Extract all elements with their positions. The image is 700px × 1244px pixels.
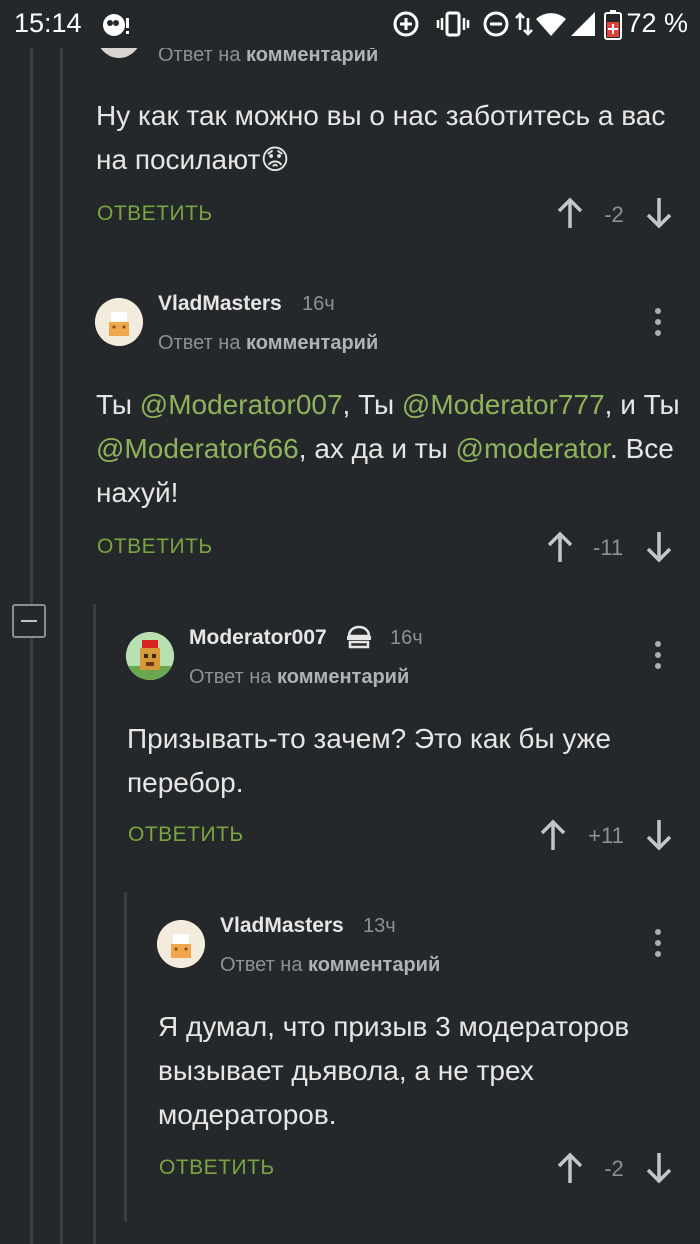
reply-target-link[interactable]: комментарий [246, 332, 378, 354]
reply-button[interactable]: ОТВЕТИТЬ [159, 1156, 275, 1180]
mention-link[interactable]: @moderator [456, 433, 611, 464]
mention-link[interactable]: @Moderator666 [96, 433, 299, 464]
reply-target-link[interactable]: комментарий [277, 666, 409, 688]
battery-icon [604, 10, 622, 45]
status-time: 15:14 [14, 8, 82, 38]
vibrate-icon [436, 10, 470, 43]
comment-time: 16ч [302, 293, 335, 315]
reply-button[interactable]: ОТВЕТИТЬ [97, 535, 213, 559]
comment-time: 13ч [363, 915, 396, 937]
more-options-icon[interactable] [654, 929, 662, 959]
downvote-icon[interactable] [645, 530, 673, 564]
thread-line-1b [30, 638, 33, 1244]
upvote-icon[interactable] [546, 530, 574, 564]
reply-button[interactable]: ОТВЕТИТЬ [97, 202, 213, 226]
reply-meta: Ответ на комментарий [158, 332, 379, 354]
more-options-icon[interactable] [654, 308, 662, 338]
author-name[interactable]: VladMasters [158, 292, 282, 316]
comment-text: Я думал, что призыв 3 модераторов вызыва… [158, 1011, 630, 1130]
comment-text: Призывать-то зачем? Это как бы уже переб… [127, 723, 611, 798]
avatar[interactable] [126, 632, 174, 680]
comment-score: +11 [588, 823, 624, 848]
data-transfer-icon [514, 10, 534, 43]
downvote-icon[interactable] [645, 818, 673, 852]
do-not-disturb-icon [482, 10, 510, 43]
signal-icon [569, 10, 597, 43]
comment-score: -11 [592, 535, 624, 560]
mention-link[interactable]: @Moderator007 [140, 389, 343, 420]
avatar[interactable] [95, 298, 143, 346]
worried-face-emoji: 😟 [260, 144, 290, 175]
comment-text: Ты @Moderator007, Ты @Moderator777, и Ты… [96, 389, 680, 508]
avatar[interactable] [157, 920, 205, 968]
comment-score: -2 [604, 202, 624, 227]
upvote-icon[interactable] [539, 818, 567, 852]
author-name[interactable]: Moderator007 [189, 626, 327, 650]
moderator-hat-icon [347, 625, 371, 649]
mention-link[interactable]: @Moderator777 [402, 389, 605, 420]
status-bar: 15:14 72 % [0, 0, 700, 48]
collapse-thread-button[interactable] [12, 604, 46, 638]
upvote-icon[interactable] [556, 1151, 584, 1185]
reply-target-link[interactable]: комментарий [308, 954, 440, 976]
comment-score: -2 [604, 1156, 624, 1181]
thread-line-3 [93, 604, 96, 1244]
wifi-icon [535, 10, 567, 43]
thread-line-1 [30, 40, 33, 604]
battery-percent: 72 % [626, 8, 688, 38]
thread-line-2 [60, 40, 63, 1244]
data-saver-icon [392, 10, 420, 43]
author-name[interactable]: VladMasters [220, 914, 344, 938]
thread-line-4 [124, 892, 127, 1222]
upvote-icon[interactable] [556, 196, 584, 230]
comment-text: Ну как так можно вы о нас заботитесь а в… [96, 100, 666, 175]
reply-meta: Ответ на комментарий [189, 666, 410, 688]
reply-meta: Ответ на комментарий [220, 954, 441, 976]
more-options-icon[interactable] [654, 641, 662, 671]
comment-time: 16ч [390, 627, 423, 649]
reply-button[interactable]: ОТВЕТИТЬ [128, 823, 244, 847]
notification-icon [100, 10, 134, 45]
downvote-icon[interactable] [645, 196, 673, 230]
downvote-icon[interactable] [645, 1151, 673, 1185]
